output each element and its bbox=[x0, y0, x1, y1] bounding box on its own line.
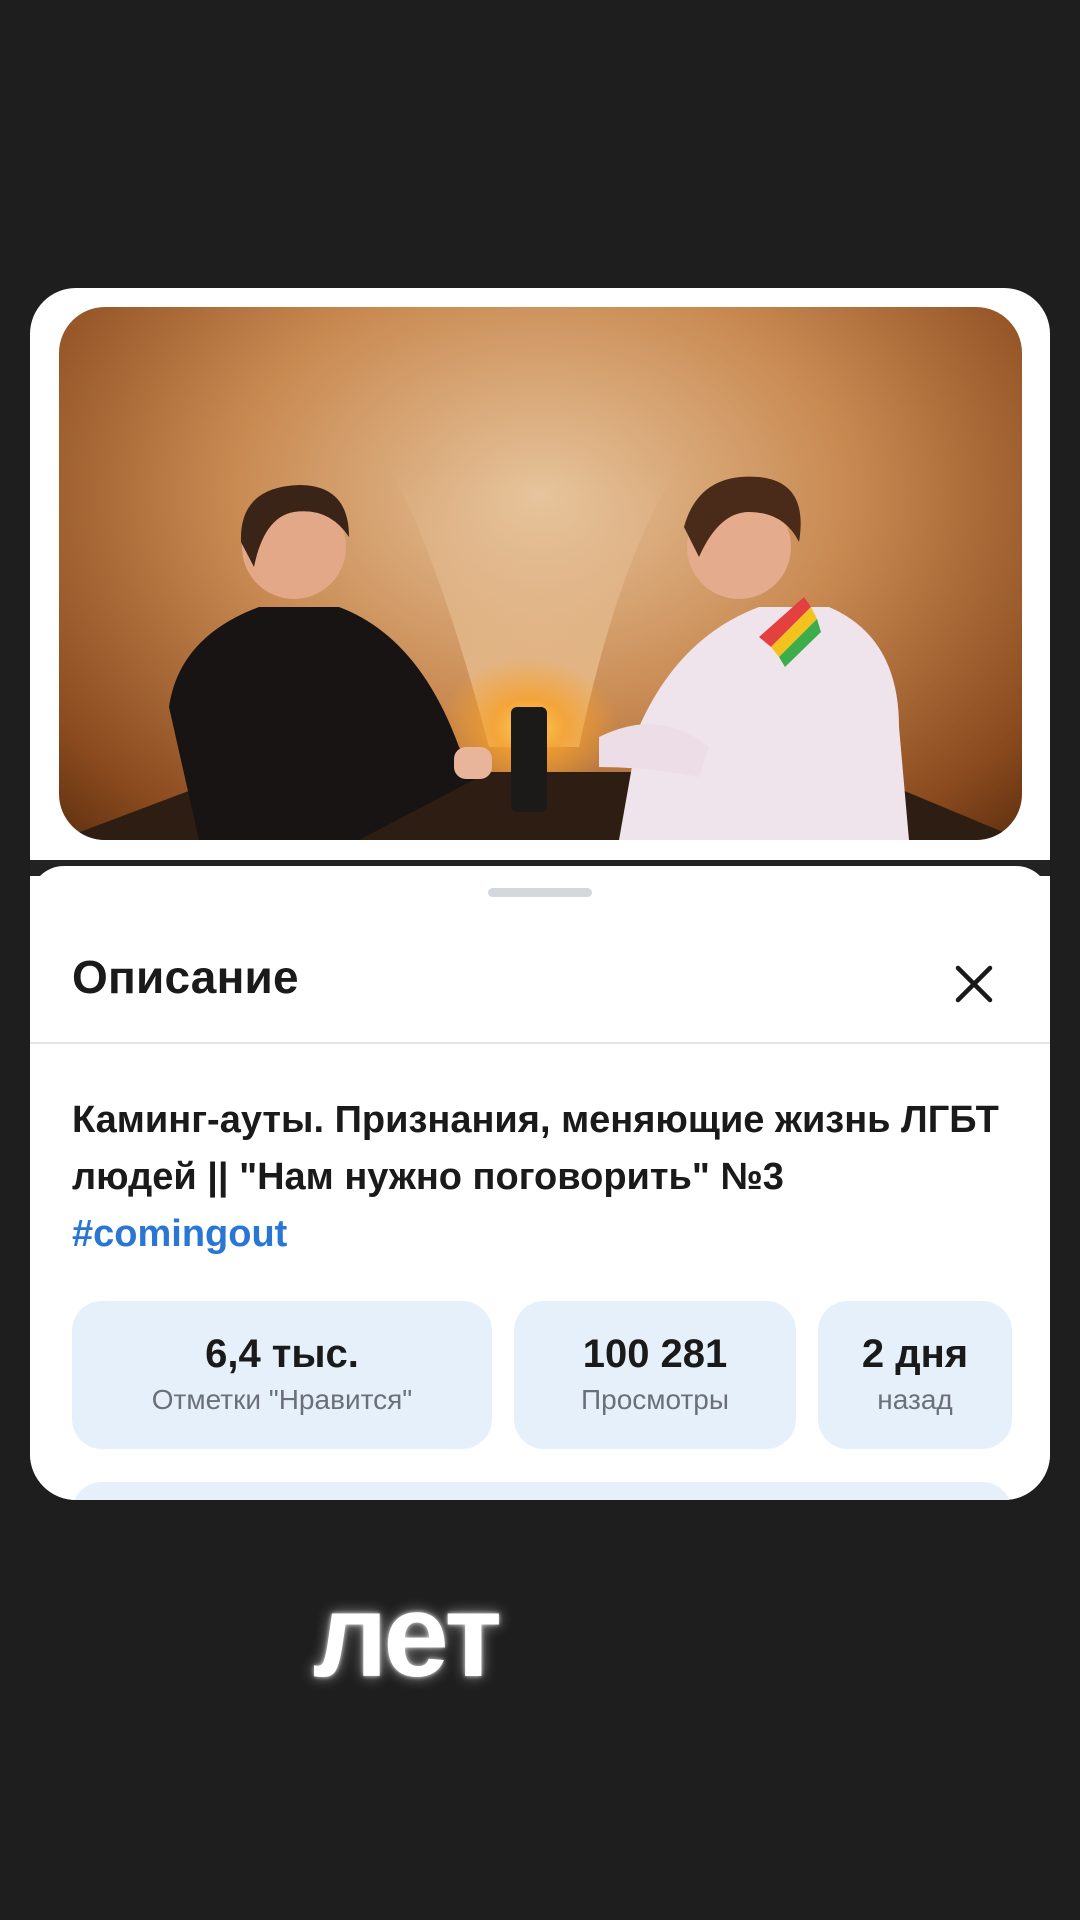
date-value: 2 дня bbox=[861, 1332, 969, 1376]
views-label: Просмотры bbox=[581, 1384, 729, 1415]
video-scene-illustration bbox=[59, 467, 1022, 840]
close-icon[interactable] bbox=[952, 962, 996, 1006]
likes-label: Отметки "Нравится" bbox=[151, 1384, 413, 1415]
header-divider bbox=[30, 1042, 1050, 1044]
date-label: назад bbox=[877, 1384, 953, 1415]
hashtag-link[interactable]: #comingout bbox=[72, 1206, 287, 1263]
likes-stat: 6,4 тыс. Отметки "Нравится" bbox=[72, 1301, 492, 1449]
caption-subtitle: лет bbox=[312, 1570, 502, 1702]
video-thumbnail[interactable] bbox=[59, 307, 1022, 840]
next-section-chip bbox=[72, 1482, 1012, 1500]
video-title: Каминг-ауты. Признания, меняющие жизнь Л… bbox=[72, 1099, 999, 1198]
views-count: 100 281 bbox=[582, 1332, 728, 1376]
description-sheet: Описание Каминг-ауты. Признания, меняющи… bbox=[30, 866, 1050, 1500]
views-stat: 100 281 Просмотры bbox=[514, 1301, 796, 1449]
sheet-title: Описание bbox=[72, 951, 299, 1003]
likes-count: 6,4 тыс. bbox=[205, 1332, 359, 1376]
date-stat: 2 дня назад bbox=[818, 1301, 1012, 1449]
sheet-drag-handle[interactable] bbox=[488, 888, 592, 897]
screenshot-card: Описание Каминг-ауты. Признания, меняющи… bbox=[30, 288, 1050, 1500]
